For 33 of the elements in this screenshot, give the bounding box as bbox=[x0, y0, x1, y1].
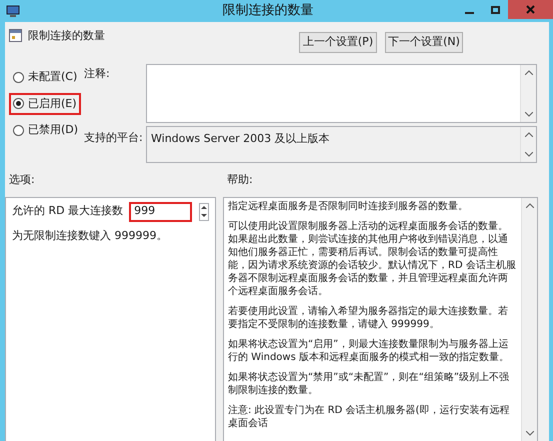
up-arrow-icon bbox=[201, 206, 208, 209]
nav-button[interactable]: 下一个设置(N) bbox=[385, 32, 463, 53]
help-paragraph: 如果将状态设置为“禁用”或“未配置”，则在“组策略”级别上不强制限制连接的数量。 bbox=[228, 370, 510, 396]
scrollbar[interactable] bbox=[520, 127, 536, 162]
state-radio[interactable]: 已禁用(D) bbox=[9, 119, 82, 142]
options-label: 选项: bbox=[9, 172, 36, 188]
setting-title: 限制连接的数量 bbox=[28, 28, 105, 44]
field-label: 允许的 RD 最大连接数 bbox=[12, 203, 124, 220]
scrollbar[interactable] bbox=[520, 65, 536, 122]
platform-text: Windows Server 2003 及以上版本 bbox=[150, 131, 331, 147]
hint-text: 为无限制连接数键入 999999。 bbox=[12, 228, 168, 244]
help-paragraph: 若要使用此设置，请输入希望为服务器指定的最大连接数量。若要指定不受限制的连接数量，请键入 999999。 bbox=[228, 304, 509, 330]
scrollbar[interactable] bbox=[521, 198, 537, 441]
help-paragraph: 可以使用此设置限制服务器上活动的远程桌面服务会话的数量。如果超出此数量，则尝试连接的其他用户将收到错误消息，以通知他们服务器正忙，需要稍后再试。限制会话的数量可提高性能，因为请求系统资源的会话较少。默认情况下，RD 会话主机服务器不限制远程桌面服务会话的数量，并且管理远程桌面允许两个远程桌面服务会话。 bbox=[228, 220, 517, 298]
number-field[interactable]: 999 bbox=[129, 202, 192, 222]
computer-icon bbox=[6, 4, 20, 18]
comment-field[interactable] bbox=[146, 64, 537, 123]
platform-label: 支持的平台: bbox=[84, 130, 144, 146]
state-radio[interactable]: 已启用(E) bbox=[9, 92, 81, 115]
help-label: 帮助: bbox=[227, 172, 253, 188]
close-icon bbox=[526, 5, 535, 14]
spinner[interactable] bbox=[199, 202, 209, 220]
number-value: 999 bbox=[133, 203, 156, 220]
settings-page-icon bbox=[9, 29, 22, 42]
help-paragraph: 指定远程桌面服务是否限制同时连接到服务器的数量。 bbox=[228, 200, 469, 212]
down-arrow-icon bbox=[201, 214, 208, 217]
help-paragraph: 如果将状态设置为“启用”，则最大连接数量限制为与服务器上运行的 Windows 版本和远程桌面服务的模式相一致的指定数量。 bbox=[228, 338, 510, 364]
window-title: 限制连接的数量 bbox=[222, 2, 314, 20]
comment-label: 注释: bbox=[84, 66, 111, 82]
nav-button[interactable]: 上一个设置(P) bbox=[299, 32, 377, 53]
help-paragraph: 注意: 此设置专门为在 RD 会话主机服务器(即，运行安装有远程桌面会话 bbox=[228, 404, 510, 430]
state-radio[interactable]: 未配置(C) bbox=[9, 66, 82, 88]
close-button[interactable] bbox=[508, 0, 553, 19]
